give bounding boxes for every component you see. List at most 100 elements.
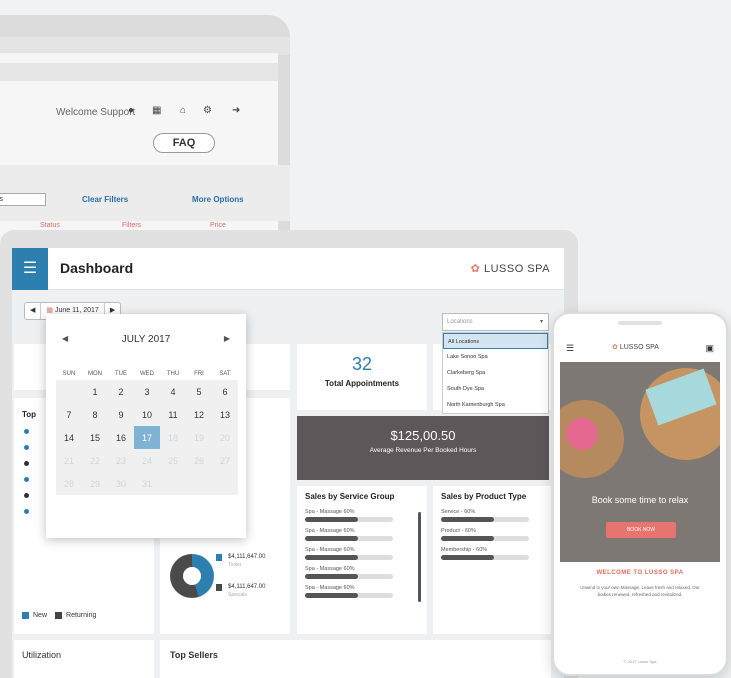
calendar-day[interactable]: 10 (134, 403, 160, 426)
calendar-day[interactable]: 14 (56, 426, 82, 449)
sales-service-title: Sales by Service Group (305, 492, 395, 501)
back-tab[interactable]: Price (210, 222, 226, 229)
calendar-day[interactable]: 7 (56, 403, 82, 426)
legend-swatch-returning (55, 612, 63, 619)
calendar-day: 26 (186, 449, 212, 472)
back-tab[interactable]: Filters (122, 222, 141, 229)
calendar-day: 31 (134, 472, 160, 495)
more-options-link[interactable]: More Options (192, 195, 244, 204)
list-bullet (24, 493, 29, 498)
prev-date-button[interactable]: ◀ (25, 303, 42, 319)
welcome-text: Welcome Support (56, 107, 136, 118)
calendar-day[interactable]: 4 (160, 380, 186, 403)
calendar-day[interactable]: 3 (134, 380, 160, 403)
calendar-day: 18 (160, 426, 186, 449)
sales-service-list: Spa - Massage 60% Spa - Massage 60% Spa - … (305, 509, 419, 598)
progress-bar (305, 593, 393, 598)
sales-item-label: Spa - Massage 60% (305, 528, 355, 534)
calendar-day: 28 (56, 472, 82, 495)
progress-bar (305, 574, 393, 579)
lotus-icon: ✿ (470, 263, 484, 275)
calendar-day[interactable]: 13 (212, 403, 238, 426)
bowl-shape (640, 368, 720, 460)
location-option[interactable]: North Kamenburgh Spa (443, 397, 548, 413)
list-bullet (24, 509, 29, 514)
calendar-day[interactable]: 16 (108, 426, 134, 449)
calendar-day[interactable]: 1 (82, 380, 108, 403)
logout-icon[interactable]: ➜ (232, 105, 240, 116)
sales-item-label: Spa - Massage 60% (305, 566, 355, 572)
progress-bar (441, 555, 529, 560)
phone-header: ☰ ✿ LUSSO SPA ▣ (560, 334, 720, 362)
location-select[interactable]: Locations ▾ (442, 313, 549, 331)
next-month-button[interactable]: ▶ (224, 334, 230, 343)
location-filter-select[interactable]: Locations (0, 193, 46, 206)
calendar-day (212, 472, 238, 495)
progress-bar (305, 555, 393, 560)
dashboard-header: ☰ Dashboard ✿ LUSSO SPA (12, 248, 564, 290)
weekday-label: WED (140, 371, 154, 377)
weekday-label: FRI (194, 371, 204, 377)
lotus-icon: ✿ (612, 344, 620, 351)
weekday-label: SUN (62, 371, 76, 377)
donut-sub: Specials (228, 592, 247, 598)
scrollbar[interactable] (418, 512, 421, 602)
revenue-card: $125,00.50 Average Revenue Per Booked Ho… (297, 416, 549, 480)
calendar-day[interactable]: 2 (108, 380, 134, 403)
sales-service-card: Sales by Service Group Spa - Massage 60%… (297, 486, 427, 634)
location-option[interactable]: South Dye Spa (443, 381, 548, 397)
calendar-day[interactable]: 6 (212, 380, 238, 403)
location-option[interactable]: Lake Sonoo Spa (443, 349, 548, 365)
progress-bar (305, 536, 393, 541)
flower-shape (566, 418, 598, 450)
grid-icon[interactable]: ▦ (152, 105, 161, 116)
menu-icon[interactable]: ☰ (12, 248, 48, 290)
calendar-day[interactable]: 17 (134, 426, 160, 449)
location-option[interactable]: All Locations (443, 333, 548, 349)
utilization-card: Utilization (14, 640, 154, 678)
calendar-day[interactable]: 9 (108, 403, 134, 426)
chat-icon[interactable]: ● (128, 105, 134, 116)
settings-icon[interactable]: ⚙ (203, 105, 212, 116)
welcome-body: Unwind in your own Massage. Leave fresh … (580, 585, 700, 597)
calendar-day (186, 472, 212, 495)
calendar-day[interactable]: 15 (82, 426, 108, 449)
top-sellers-card: Top Sellers (160, 640, 551, 678)
calendar-day: 22 (82, 449, 108, 472)
calendar-grid: SUN MON TUE WED THU FRI SAT 1 2 3 4 5 6 7 8 9 10 11 12 13 1… (56, 368, 238, 495)
legend-new: New (33, 612, 48, 619)
home-icon[interactable]: ⌂ (180, 105, 186, 116)
sales-item-label: Spa - Massage 60% (305, 585, 355, 591)
calendar-day (56, 380, 82, 403)
sales-item-label: Product - 60% (441, 528, 476, 534)
clear-filters-link[interactable]: Clear Filters (82, 195, 128, 204)
progress-bar (441, 517, 529, 522)
back-bar (0, 63, 278, 81)
weekday-label: MON (88, 371, 102, 377)
calendar-day[interactable]: 5 (186, 380, 212, 403)
calendar-day: 23 (108, 449, 134, 472)
back-monitor: Welcome Support ● ▦ ⌂ ⚙ ➜ FAQ Locations … (0, 15, 290, 260)
menu-icon[interactable]: ☰ (566, 334, 574, 362)
location-option[interactable]: Clarkeberg Spa (443, 365, 548, 381)
progress-bar (305, 517, 393, 522)
book-now-button[interactable]: BOOK NOW (606, 522, 676, 538)
brand-logo: ✿ LUSSO SPA (470, 263, 550, 275)
calendar-day: 24 (134, 449, 160, 472)
calendar-day[interactable]: 12 (186, 403, 212, 426)
calendar-day[interactable]: 11 (160, 403, 186, 426)
cart-icon[interactable]: ▣ (705, 334, 714, 362)
phone-footer: © 2017 Lusso Spa (623, 659, 657, 664)
sales-item-label: Spa - Massage 60% (305, 547, 355, 553)
calendar-day (160, 472, 186, 495)
faq-button[interactable]: FAQ (153, 133, 215, 153)
donut-value: $4,111,647.00 (228, 584, 266, 590)
towel-shape (645, 368, 717, 426)
calendar-icon: ▦ (46, 307, 55, 314)
legend-returning: Returning (66, 612, 97, 619)
revenue-value: $125,00.50 (390, 428, 456, 443)
back-tab[interactable]: Status (40, 222, 60, 229)
sales-item-label: Service - 60% (441, 509, 476, 515)
list-bullet (24, 429, 29, 434)
calendar-day[interactable]: 8 (82, 403, 108, 426)
